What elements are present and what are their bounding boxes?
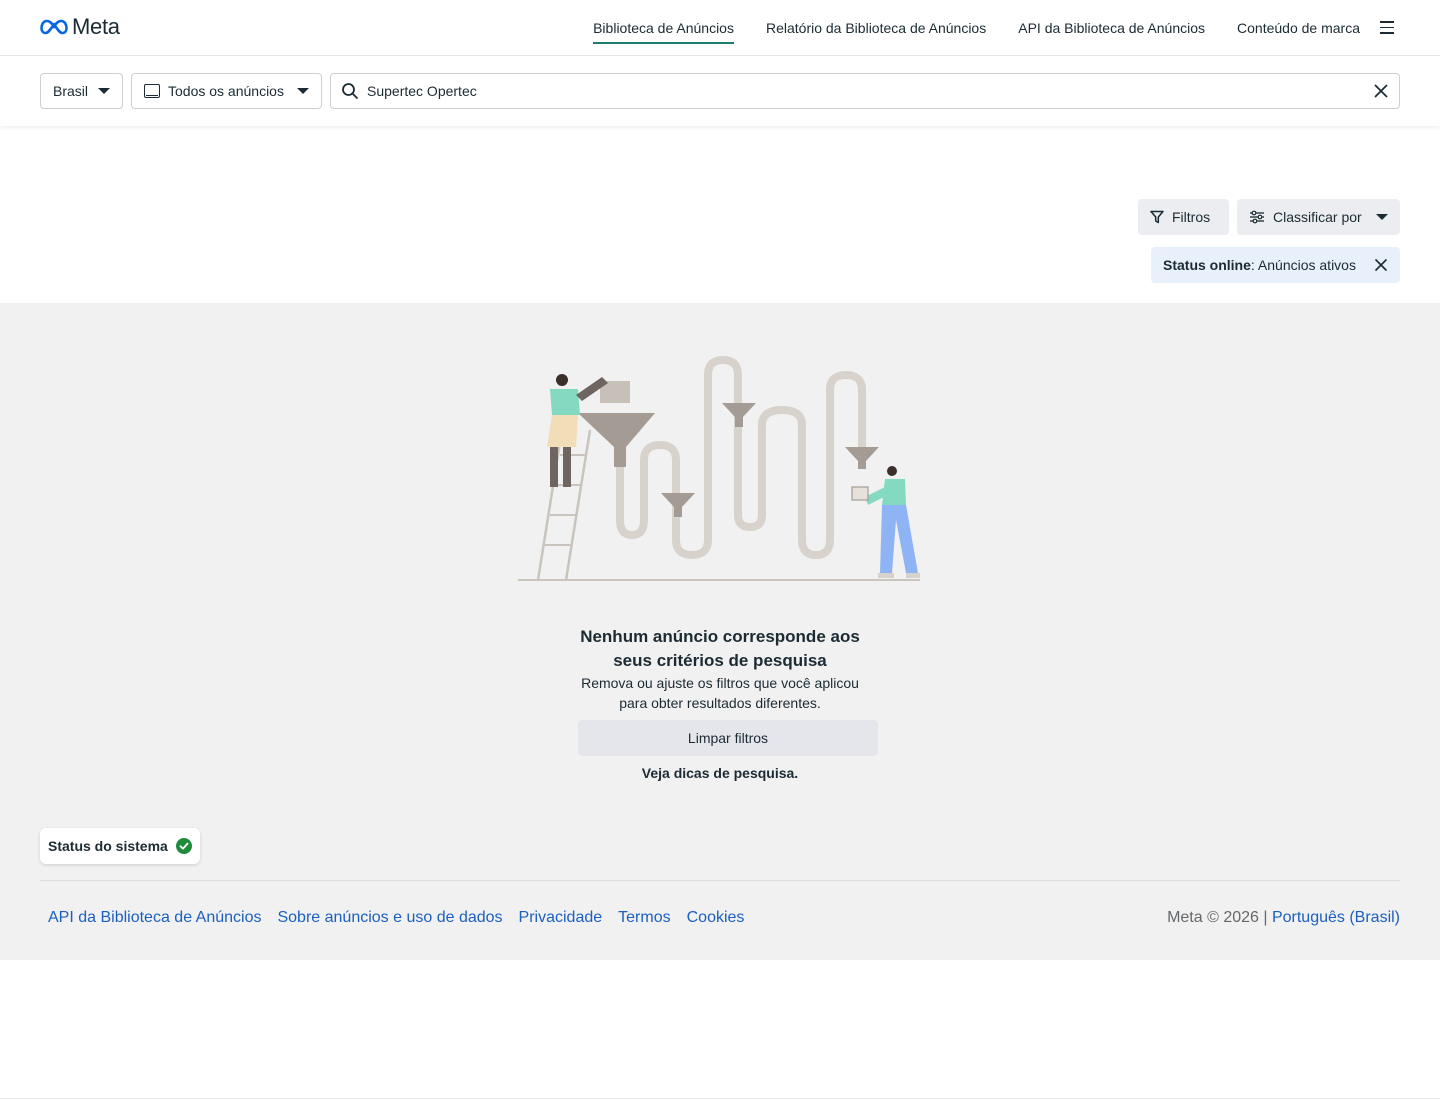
filters-button[interactable]: Filtros: [1138, 199, 1229, 235]
check-circle-icon: [175, 838, 192, 854]
footer-links: API da Biblioteca de Anúncios Sobre anún…: [48, 909, 744, 927]
footer-link-privacy[interactable]: Privacidade: [519, 909, 603, 927]
filter-funnel-icon: [1150, 210, 1164, 224]
system-status-label: Status do sistema: [48, 838, 168, 854]
country-select[interactable]: Brasil: [40, 73, 123, 109]
country-select-value: Brasil: [53, 83, 89, 99]
remove-filter-icon[interactable]: [1374, 258, 1388, 272]
caret-down-icon: [98, 88, 110, 94]
search-input[interactable]: [367, 83, 1373, 99]
search-bar-row: Brasil Todos os anúncios: [0, 57, 1440, 126]
nav-link-ad-library[interactable]: Biblioteca de Anúncios: [593, 0, 734, 56]
search-box: [330, 73, 1400, 109]
footer-link-terms[interactable]: Termos: [618, 909, 670, 927]
sort-by-button[interactable]: Classificar por: [1237, 199, 1400, 235]
empty-state-title: Nenhum anúncio corresponde aos seus crit…: [580, 627, 860, 670]
active-filter-chip: Status online: Anúncios ativos: [1151, 247, 1400, 283]
close-icon[interactable]: [1373, 83, 1389, 99]
search-tips-link[interactable]: Veja dicas de pesquisa.: [560, 765, 880, 781]
clear-filters-button[interactable]: Limpar filtros: [578, 720, 878, 756]
brand-name: Meta: [72, 14, 120, 39]
language-link[interactable]: Português (Brasil): [1272, 909, 1400, 926]
ad-type-select-value: Todos os anúncios: [168, 83, 284, 99]
ad-type-select[interactable]: Todos os anúncios: [131, 73, 322, 109]
ad-category-icon: [144, 84, 160, 98]
meta-infinity-icon: [40, 19, 68, 35]
page-bottom-divider: [0, 1098, 1440, 1099]
chip-text: Status online: Anúncios ativos: [1163, 257, 1356, 273]
results-area: Nenhum anúncio corresponde aos seus crit…: [0, 303, 1440, 960]
empty-state-subtitle: Remova ou ajuste os filtros que você apl…: [581, 675, 859, 711]
hamburger-menu-icon[interactable]: [1380, 21, 1394, 35]
footer-copyright: Meta © 2026 | Português (Brasil): [1167, 909, 1400, 927]
chip-key: Status online: [1163, 257, 1251, 273]
nav-link-branded-content[interactable]: Conteúdo de marca: [1237, 0, 1360, 56]
caret-down-icon: [297, 88, 309, 94]
nav-link-ad-library-report[interactable]: Relatório da Biblioteca de Anúncios: [766, 0, 986, 56]
footer-link-about-ads[interactable]: Sobre anúncios e uso de dados: [277, 909, 502, 927]
caret-down-icon: [1376, 214, 1388, 220]
copyright-text: Meta © 2026 |: [1167, 909, 1272, 926]
filters-button-label: Filtros: [1172, 209, 1211, 225]
sort-by-label: Classificar por: [1273, 209, 1362, 225]
footer-divider: [40, 880, 1400, 881]
top-navigation: Meta Biblioteca de Anúncios Relatório da…: [0, 0, 1440, 56]
footer-link-cookies[interactable]: Cookies: [687, 909, 745, 927]
empty-results-illustration: [518, 355, 920, 581]
nav-link-ad-library-api[interactable]: API da Biblioteca de Anúncios: [1018, 0, 1205, 56]
chip-value: : Anúncios ativos: [1250, 257, 1356, 273]
system-status-badge[interactable]: Status do sistema: [40, 828, 200, 864]
footer-link-ad-library-api[interactable]: API da Biblioteca de Anúncios: [48, 909, 261, 927]
search-icon: [342, 83, 358, 99]
nav-links: Biblioteca de Anúncios Relatório da Bibl…: [593, 0, 1360, 56]
meta-logo[interactable]: Meta: [40, 14, 120, 40]
sliders-icon: [1250, 210, 1264, 224]
